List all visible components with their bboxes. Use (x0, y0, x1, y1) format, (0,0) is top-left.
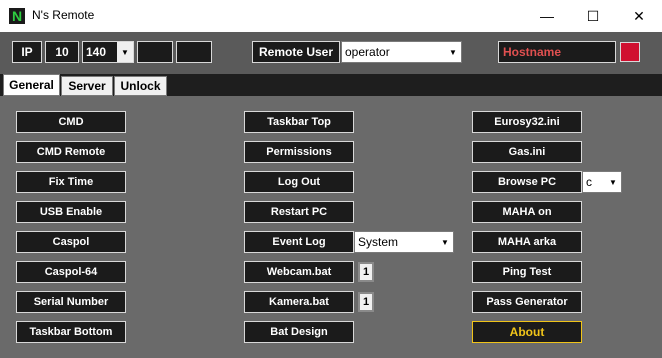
maha-arka-button[interactable]: MAHA arka (472, 231, 582, 253)
eurosy32-ini-button[interactable]: Eurosy32.ini (472, 111, 582, 133)
gas-ini-button[interactable]: Gas.ini (472, 141, 582, 163)
window-title: N's Remote (32, 8, 95, 22)
maximize-icon: ☐ (586, 7, 600, 24)
caspol-64-button[interactable]: Caspol-64 (16, 261, 126, 283)
maha-on-button[interactable]: MAHA on (472, 201, 582, 223)
hostname-field[interactable]: Hostname (498, 41, 616, 63)
ip-label: IP (12, 41, 42, 63)
event-log-value: System (358, 235, 399, 249)
close-button[interactable]: ✕ (616, 0, 662, 32)
ip-octet-4-value: 140 (86, 45, 107, 59)
log-out-button[interactable]: Log Out (244, 171, 354, 193)
cmd-button[interactable]: CMD (16, 111, 126, 133)
pass-generator-button[interactable]: Pass Generator (472, 291, 582, 313)
ip-segment-field-1[interactable] (137, 41, 173, 63)
chevron-down-icon: ▼ (437, 232, 453, 252)
taskbar-top-button[interactable]: Taskbar Top (244, 111, 354, 133)
tab-unlock[interactable]: Unlock (114, 76, 167, 96)
remote-user-select[interactable]: operator ▼ (341, 41, 462, 63)
general-panel (0, 96, 662, 358)
app-logo-icon: N (9, 8, 25, 24)
event-log-button[interactable]: Event Log (244, 231, 354, 253)
ip-segment-field-2[interactable] (176, 41, 212, 63)
chevron-down-icon: ▼ (445, 42, 461, 62)
tab-strip: General Server Unlock (0, 74, 662, 96)
browse-drive-value: c (586, 175, 592, 189)
chevron-down-icon: ▼ (117, 42, 133, 62)
serial-number-button[interactable]: Serial Number (16, 291, 126, 313)
close-icon: ✕ (633, 7, 645, 24)
maximize-button[interactable]: ☐ (570, 0, 616, 32)
browse-drive-select[interactable]: c ▼ (582, 171, 622, 193)
chevron-down-icon: ▼ (605, 172, 621, 192)
ping-test-button[interactable]: Ping Test (472, 261, 582, 283)
tab-server[interactable]: Server (61, 76, 113, 96)
title-bar: N N's Remote — ☐ ✕ (0, 0, 662, 32)
permissions-button[interactable]: Permissions (244, 141, 354, 163)
ip-octet-4-select[interactable]: 140 ▼ (82, 41, 134, 63)
about-button[interactable]: About (472, 321, 582, 343)
usb-enable-button[interactable]: USB Enable (16, 201, 126, 223)
webcam-bat-button[interactable]: Webcam.bat (244, 261, 354, 283)
minimize-icon: — (540, 8, 554, 24)
event-log-select[interactable]: System ▼ (354, 231, 454, 253)
kamera-bat-button[interactable]: Kamera.bat (244, 291, 354, 313)
bat-design-button[interactable]: Bat Design (244, 321, 354, 343)
ip-octet-3-field[interactable]: 10 (45, 41, 79, 63)
webcam-count-field[interactable]: 1 (358, 262, 374, 282)
browse-pc-button[interactable]: Browse PC (472, 171, 582, 193)
cmd-remote-button[interactable]: CMD Remote (16, 141, 126, 163)
status-indicator-button[interactable] (620, 42, 640, 62)
remote-user-label: Remote User (252, 41, 340, 63)
tab-general[interactable]: General (3, 74, 60, 96)
caspol-button[interactable]: Caspol (16, 231, 126, 253)
taskbar-bottom-button[interactable]: Taskbar Bottom (16, 321, 126, 343)
fix-time-button[interactable]: Fix Time (16, 171, 126, 193)
kamera-count-field[interactable]: 1 (358, 292, 374, 312)
remote-user-value: operator (345, 45, 390, 59)
minimize-button[interactable]: — (524, 0, 570, 32)
restart-pc-button[interactable]: Restart PC (244, 201, 354, 223)
